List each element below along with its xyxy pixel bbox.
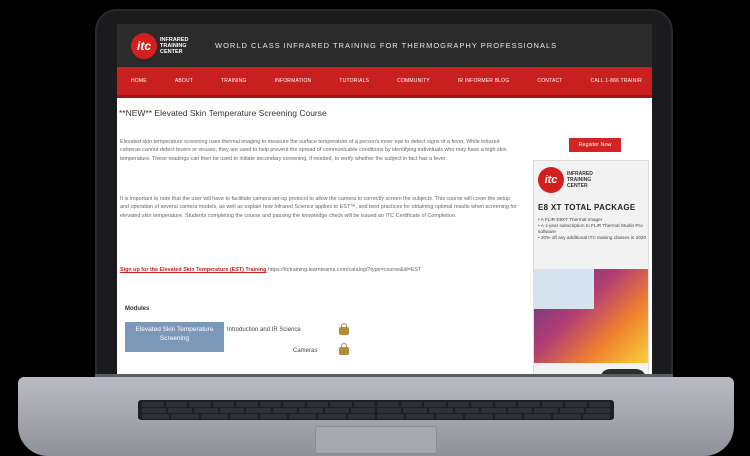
ad-logo-text: INFRARED TRAINING CENTER — [567, 171, 593, 189]
sidebar: Register Now itc INFRARED TRAINING CENTE… — [529, 98, 652, 374]
ad-feature-list: A FLIR E8XT Thermal Imager A 1-year subs… — [538, 217, 648, 241]
main-navigation: HOME ABOUT TRAINING INFORMATION TUTORIAL… — [117, 67, 652, 98]
nav-training[interactable]: TRAINING — [221, 78, 247, 84]
site-header: itc INFRARED TRAINING CENTER WORLD CLASS… — [117, 24, 652, 67]
nav-ir-informer-blog[interactable]: IR INFORMER BLOG — [458, 78, 510, 84]
lock-icon — [339, 323, 349, 335]
course-thumbnail[interactable]: Elevated Skin Temperature Screening — [125, 322, 224, 352]
ad-feature-item: 20% off any additional ITC training clas… — [538, 235, 648, 241]
details-paragraph: It is important to note that the user wi… — [120, 196, 517, 219]
nav-tutorials[interactable]: TUTORIALS — [339, 78, 369, 84]
nav-community[interactable]: COMMUNITY — [397, 78, 430, 84]
signup-link[interactable]: Sign up for the Elevated Skin Temperatur… — [120, 267, 266, 273]
nav-information[interactable]: INFORMATION — [275, 78, 312, 84]
page-content: **NEW** Elevated Skin Temperature Screen… — [117, 98, 652, 374]
itc-logo-mark: itc — [131, 32, 157, 59]
itc-logo-text: INFRARED TRAINING CENTER — [160, 36, 189, 55]
keyboard-row — [142, 408, 610, 413]
module-intro-ir-science[interactable]: Introduction and IR Science — [227, 327, 301, 333]
laptop-keyboard — [138, 400, 614, 420]
ad-title: E8 XT TOTAL PACKAGE — [538, 203, 636, 212]
signup-line: Sign up for the Elevated Skin Temperatur… — [120, 266, 500, 274]
ad-logo-mark: itc — [538, 167, 564, 193]
register-now-button[interactable]: Register Now — [569, 138, 621, 152]
lock-icon — [339, 343, 349, 355]
module-cameras[interactable]: Cameras — [293, 348, 317, 354]
browser-screen: itc INFRARED TRAINING CENTER WORLD CLASS… — [117, 24, 652, 374]
intro-paragraph: Elevated skin temperature screening uses… — [120, 139, 507, 162]
nav-contact[interactable]: CONTACT — [537, 78, 562, 84]
main-column: **NEW** Elevated Skin Temperature Screen… — [117, 98, 530, 374]
itc-logo[interactable]: itc INFRARED TRAINING CENTER — [131, 32, 200, 59]
modules-heading: Modules — [125, 306, 150, 312]
e8xt-promo-ad[interactable]: itc INFRARED TRAINING CENTER E8 XT TOTAL… — [533, 160, 649, 374]
nav-call[interactable]: CALL 1-866 TRAINIR — [591, 78, 642, 84]
ad-feature-item: A 1-year subscription to FLIR Thermal St… — [538, 223, 648, 235]
nav-about[interactable]: ABOUT — [175, 78, 193, 84]
page-title: **NEW** Elevated Skin Temperature Screen… — [119, 108, 327, 118]
trackpad — [315, 426, 437, 454]
thermal-image — [534, 269, 648, 374]
site-tagline: WORLD CLASS INFRARED TRAINING FOR THERMO… — [215, 41, 558, 50]
ad-logo: itc INFRARED TRAINING CENTER — [534, 161, 648, 193]
nav-home[interactable]: HOME — [131, 78, 147, 84]
keyboard-row — [142, 414, 610, 419]
keyboard-row — [142, 402, 610, 407]
signup-url[interactable]: https://itctraining.learnteams.com/catal… — [268, 267, 421, 273]
ad-photo-background — [534, 269, 594, 309]
